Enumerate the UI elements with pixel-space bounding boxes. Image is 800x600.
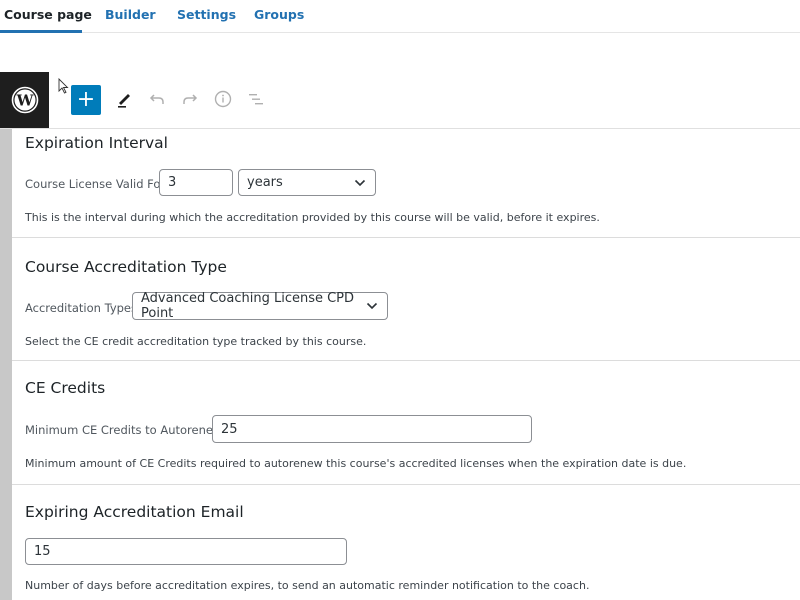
section-description: Select the CE credit accreditation type … xyxy=(25,335,367,348)
undo-icon[interactable] xyxy=(145,87,169,111)
left-sidebar-strip xyxy=(0,129,12,600)
section-expiring-email: Expiring Accreditation Email 15 Number o… xyxy=(12,485,800,600)
active-tab-indicator xyxy=(0,30,82,33)
list-view-icon[interactable] xyxy=(244,87,268,111)
tab-settings[interactable]: Settings xyxy=(177,7,236,22)
section-expiration-interval: Expiration Interval Course License Valid… xyxy=(12,129,800,238)
add-block-button[interactable]: + xyxy=(71,85,101,115)
input-value: 15 xyxy=(34,544,51,559)
tab-groups[interactable]: Groups xyxy=(254,7,304,22)
redo-icon[interactable] xyxy=(178,87,202,111)
select-value: years xyxy=(247,175,283,190)
license-duration-input[interactable]: 3 xyxy=(159,169,233,196)
reminder-days-input[interactable]: 15 xyxy=(25,538,347,565)
editor-toolbar: W + xyxy=(0,72,800,129)
edit-icon[interactable] xyxy=(112,87,136,111)
svg-text:W: W xyxy=(15,92,34,110)
plus-icon: + xyxy=(76,87,96,112)
duration-unit-select[interactable]: years xyxy=(238,169,376,196)
section-title: CE Credits xyxy=(25,379,106,397)
section-description: This is the interval during which the ac… xyxy=(25,211,600,224)
input-value: 25 xyxy=(221,421,238,437)
field-label: Minimum CE Credits to Autorenew xyxy=(25,423,223,437)
field-label: Course License Valid For: xyxy=(25,177,169,191)
input-value: 3 xyxy=(168,175,177,190)
tab-builder[interactable]: Builder xyxy=(105,7,156,22)
section-title: Expiring Accreditation Email xyxy=(25,503,244,521)
accreditation-type-select[interactable]: Advanced Coaching License CPD Point xyxy=(132,291,388,321)
section-ce-credits: CE Credits Minimum CE Credits to Autoren… xyxy=(12,361,800,484)
chevron-down-icon xyxy=(354,179,366,186)
select-value: Advanced Coaching License CPD Point xyxy=(141,291,355,321)
section-description: Number of days before accreditation expi… xyxy=(25,579,590,592)
section-title: Course Accreditation Type xyxy=(25,258,227,276)
wordpress-icon[interactable]: W xyxy=(0,72,49,128)
min-ce-credits-input[interactable]: 25 xyxy=(212,415,532,443)
section-title: Expiration Interval xyxy=(25,134,168,152)
section-description: Minimum amount of CE Credits required to… xyxy=(25,457,687,470)
tab-bar: Course page Builder Settings Groups xyxy=(0,0,800,33)
chevron-down-icon xyxy=(366,302,378,310)
mouse-cursor-icon xyxy=(58,78,69,94)
section-accreditation-type: Course Accreditation Type Accreditation … xyxy=(12,238,800,360)
field-label: Accreditation Types xyxy=(25,301,138,315)
info-icon[interactable] xyxy=(211,87,235,111)
tab-course-page[interactable]: Course page xyxy=(4,7,92,22)
settings-content: Expiration Interval Course License Valid… xyxy=(0,129,800,600)
